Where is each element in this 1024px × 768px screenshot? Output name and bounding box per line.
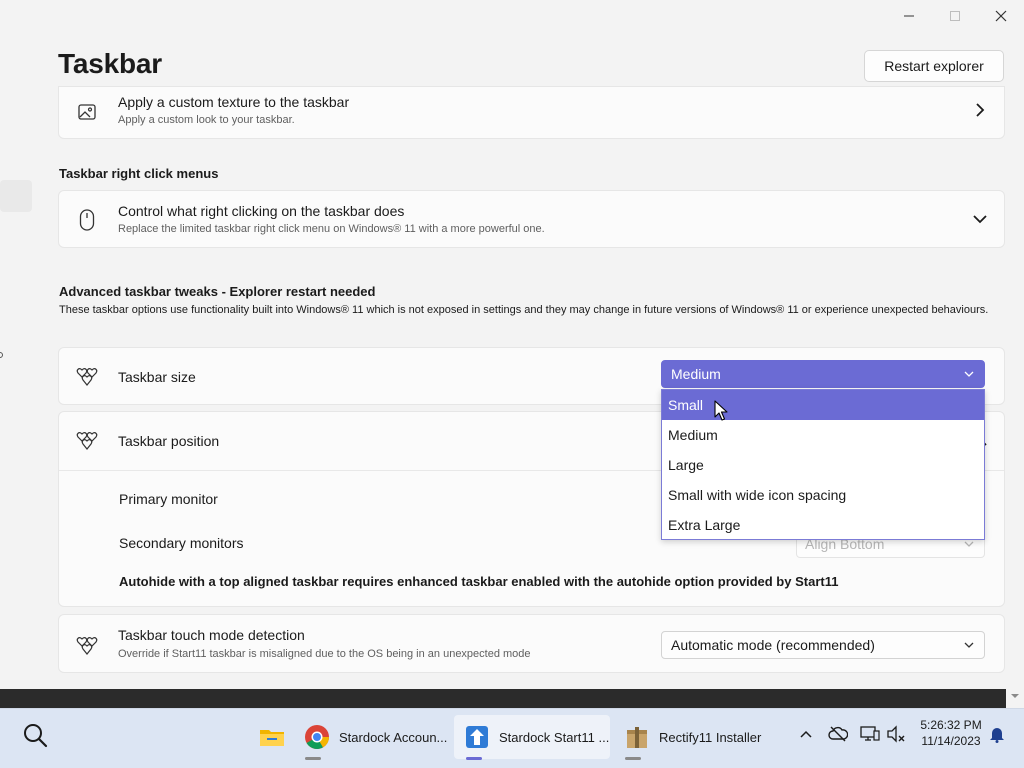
dropdown-option[interactable]: Extra Large (662, 510, 984, 540)
taskbar-app-rectify11-installer[interactable]: Rectify11 Installer (614, 715, 764, 760)
card-title: Taskbar touch mode detection (118, 627, 305, 643)
taskbar-size-select[interactable]: Medium (661, 360, 985, 388)
mouse-cursor-icon (714, 400, 728, 421)
image-icon (76, 101, 98, 123)
dropdown-option[interactable]: Small with wide icon spacing (662, 480, 984, 510)
dropdown-option[interactable]: Medium (662, 420, 984, 450)
section-heading: Advanced taskbar tweaks - Explorer resta… (59, 284, 376, 299)
close-icon (995, 10, 1007, 22)
maximize-button[interactable] (932, 0, 978, 32)
monitor-icon[interactable] (859, 723, 881, 745)
right-click-menu-card[interactable]: Control what right clicking on the taskb… (58, 190, 1005, 248)
section-heading: Taskbar right click menus (59, 166, 219, 181)
minimize-button[interactable] (886, 0, 932, 32)
card-title: Apply a custom texture to the taskbar (118, 94, 350, 110)
search-icon[interactable] (22, 722, 48, 748)
card-title: Taskbar size (118, 369, 196, 385)
hearts-icon (76, 366, 98, 388)
installer-box-icon (624, 724, 650, 750)
onedrive-offline-icon[interactable] (827, 723, 849, 745)
app-label: Stardock Accoun... (339, 729, 448, 745)
chevron-up-icon[interactable] (795, 723, 817, 745)
chevron-down-icon (964, 642, 974, 648)
hearts-icon (76, 635, 98, 657)
primary-monitor-label: Primary monitor (119, 491, 218, 507)
system-clock[interactable]: 5:26:32 PM 11/14/2023 (918, 717, 984, 749)
hearts-icon (76, 430, 98, 452)
taskbar-app-file-explorer[interactable] (249, 715, 295, 759)
card-subtitle: Replace the limited taskbar right click … (118, 223, 545, 235)
mouse-icon (76, 209, 98, 231)
scrollbar[interactable] (1008, 90, 1024, 708)
minimize-icon (904, 15, 914, 17)
running-indicator (466, 757, 482, 760)
start11-icon (464, 724, 490, 750)
chevron-down-icon (964, 371, 974, 377)
secondary-monitors-label: Secondary monitors (119, 535, 244, 551)
select-value: Medium (671, 366, 721, 382)
select-value: Automatic mode (recommended) (671, 637, 875, 653)
card-title: Taskbar position (118, 433, 220, 449)
nav-selection-highlight[interactable] (0, 180, 32, 212)
taskbar-app-start11[interactable]: Stardock Start11 ... (454, 715, 610, 760)
touch-mode-select[interactable]: Automatic mode (recommended) (661, 631, 985, 659)
running-indicator (305, 757, 321, 760)
scroll-down-icon[interactable] (1010, 692, 1020, 700)
card-subtitle: Override if Start11 taskbar is misaligne… (118, 648, 531, 660)
window-controls (886, 0, 1024, 32)
chevron-down-icon (964, 541, 974, 547)
card-title: Control what right clicking on the taskb… (118, 203, 405, 219)
restart-explorer-button[interactable]: Restart explorer (864, 50, 1004, 82)
section-description: These taskbar options use functionality … (59, 304, 989, 316)
window-bottom-band (0, 689, 1006, 708)
nav-edge-marker (0, 352, 3, 358)
windows-taskbar: Stardock Accoun... Stardock Start11 ... … (0, 708, 1024, 768)
custom-texture-card[interactable]: Apply a custom texture to the taskbar Ap… (58, 86, 1005, 139)
app-label: Stardock Start11 ... (499, 729, 610, 745)
volume-muted-icon[interactable] (885, 723, 907, 745)
close-button[interactable] (978, 0, 1024, 32)
dropdown-option[interactable]: Small (662, 390, 984, 420)
app-label: Rectify11 Installer (659, 729, 762, 745)
autohide-warning: Autohide with a top aligned taskbar requ… (119, 574, 839, 589)
card-subtitle: Apply a custom look to your taskbar. (118, 114, 295, 126)
clock-date: 11/14/2023 (921, 734, 981, 748)
maximize-icon (950, 11, 960, 21)
page-title: Taskbar (58, 48, 162, 79)
clock-time: 5:26:32 PM (920, 718, 982, 732)
taskbar-app-chrome[interactable]: Stardock Accoun... (294, 715, 448, 760)
bell-icon[interactable] (986, 723, 1008, 745)
chevron-right-icon (972, 102, 988, 118)
taskbar-size-dropdown-list: Small Medium Large Small with wide icon … (661, 389, 985, 540)
file-explorer-icon (259, 724, 285, 750)
chevron-down-icon (972, 211, 988, 227)
dropdown-option[interactable]: Large (662, 450, 984, 480)
running-indicator (625, 757, 641, 760)
chrome-icon (304, 724, 330, 750)
start11-settings-window: Taskbar Restart explorer Apply a custom … (0, 0, 1024, 708)
